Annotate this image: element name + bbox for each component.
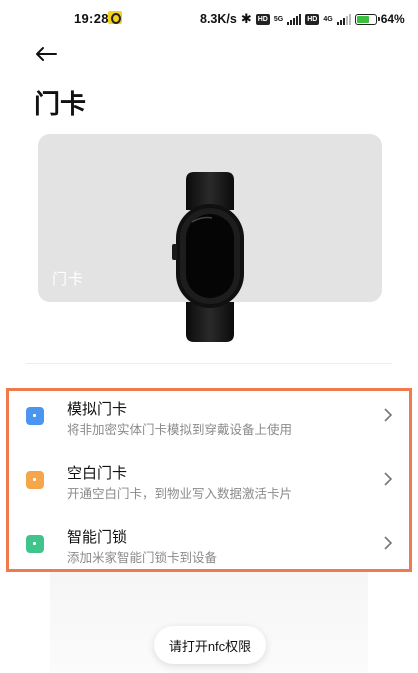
item-subtitle: 将非加密实体门卡模拟到穿戴设备上使用 [67, 423, 293, 437]
item-title: 空白门卡 [67, 465, 128, 482]
status-indicators: 8.3K/s ✱ HD 5G HD 4G 64% [200, 11, 405, 27]
item-title: 智能门锁 [67, 529, 128, 546]
smart-band-image [172, 172, 244, 342]
back-button[interactable] [30, 38, 62, 70]
card-green-icon [26, 535, 44, 553]
nfc-permission-toast: 请打开nfc权限 [154, 626, 266, 664]
page-title: 门卡 [34, 89, 87, 119]
card-label: 门卡 [52, 271, 85, 288]
item-title: 模拟门卡 [67, 401, 128, 418]
notification-badge-icon [108, 11, 122, 24]
network-type-4g: 4G [323, 15, 333, 23]
item-subtitle: 开通空白门卡，到物业写入数据激活卡片 [67, 487, 293, 501]
chevron-right-icon [384, 536, 393, 550]
toast-text: 请打开nfc权限 [168, 638, 252, 654]
bluetooth-icon: ✱ [240, 11, 252, 26]
battery-icon [354, 13, 380, 25]
divider [26, 363, 392, 364]
back-arrow-icon [36, 47, 57, 61]
hd-icon: HD [255, 13, 270, 25]
status-time: 19:28 [74, 11, 109, 26]
card-orange-icon [26, 471, 44, 489]
item-subtitle: 添加米家智能门锁卡到设备 [67, 551, 218, 565]
list-item-blank-card[interactable]: 空白门卡 开通空白门卡，到物业写入数据激活卡片 [8, 457, 410, 517]
battery-percent: 64% [380, 12, 405, 26]
network-speed: 8.3K/s [200, 12, 237, 26]
card-blue-icon [26, 407, 44, 425]
network-type-5g: 5G [273, 15, 284, 23]
battery-fill [356, 15, 369, 23]
signal-icon-2 [336, 13, 351, 25]
chevron-right-icon [384, 408, 393, 422]
chevron-right-icon [384, 472, 393, 486]
status-bar: 19:28 8.3K/s ✱ HD 5G HD 4G 64% [0, 0, 418, 34]
hd-icon-2: HD [305, 13, 320, 25]
list-item-emulate-card[interactable]: 模拟门卡 将非加密实体门卡模拟到穿戴设备上使用 [8, 393, 410, 453]
signal-icon [287, 13, 302, 25]
